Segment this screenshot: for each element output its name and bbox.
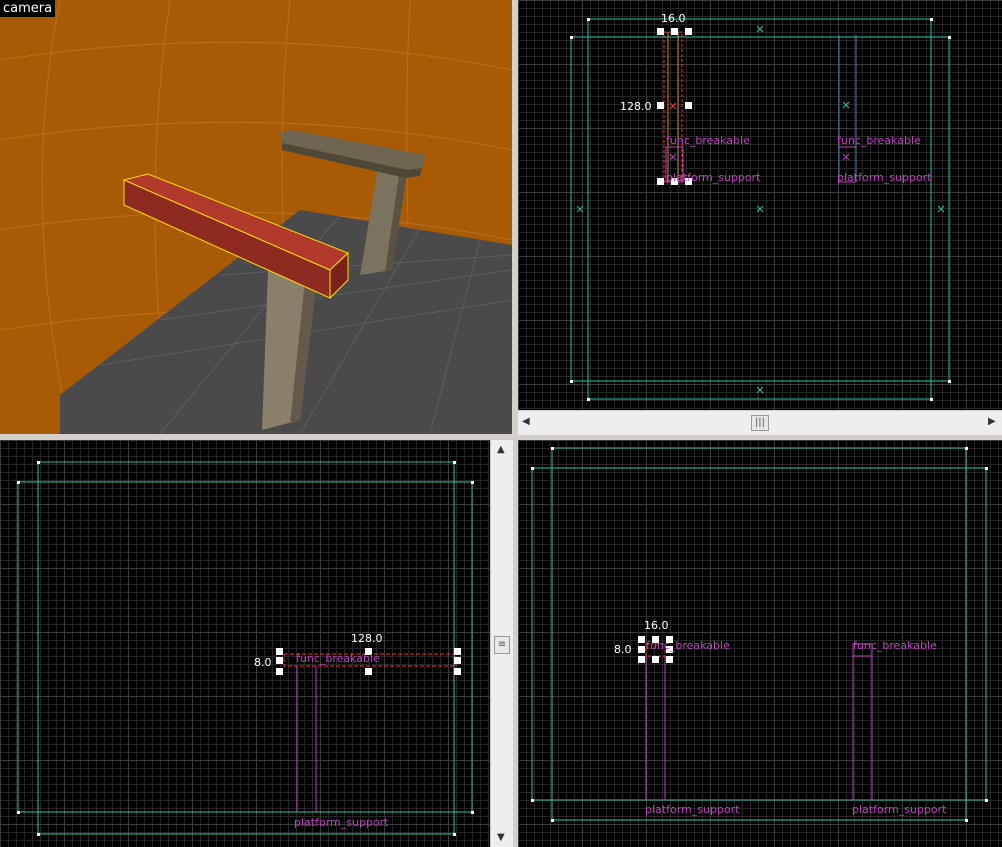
scroll-down-arrow-icon[interactable]: ▼ [497, 832, 505, 843]
front-entity-label-1: func_breakable [296, 652, 380, 665]
side-entity-label-1: func_breakable [646, 639, 730, 652]
front-view-vertical-scrollbar[interactable]: ▲ ≡ ▼ [490, 440, 513, 847]
top-entity-label-4: platform_support [837, 171, 932, 184]
scroll-thumb-icon[interactable]: ||| [751, 415, 769, 431]
side-viewport[interactable]: 16.0 8.0 func_breakable func_breakable p… [518, 440, 1002, 847]
side-dim-height: 8.0 [614, 643, 632, 656]
camera-label: camera [0, 0, 56, 17]
camera-viewport[interactable]: camera [0, 0, 512, 434]
top-overlay: 16.0 128.0 func_breakable func_breakable… [570, 12, 951, 401]
top-viewport[interactable]: 16.0 128.0 func_breakable func_breakable… [518, 0, 1002, 410]
side-entity-label-4: platform_support [852, 803, 947, 816]
top-view-horizontal-scrollbar[interactable]: ◀ ||| ▶ [518, 410, 1002, 435]
side-entity-label-2: func_breakable [853, 639, 937, 652]
scroll-thumb-icon[interactable]: ≡ [494, 636, 510, 654]
front-dim-height: 8.0 [254, 656, 272, 669]
top-dim-width: 16.0 [661, 12, 686, 25]
front-dim-width: 128.0 [351, 632, 383, 645]
side-dim-width: 16.0 [644, 619, 669, 632]
front-overlay: 128.0 8.0 func_breakable platform_suppor… [17, 461, 474, 836]
front-viewport[interactable]: 128.0 8.0 func_breakable platform_suppor… [0, 440, 490, 847]
front-entity-label-2: platform_support [294, 816, 389, 829]
camera-scene [0, 0, 512, 434]
side-entity-label-3: platform_support [645, 803, 740, 816]
top-entity-label-2: func_breakable [837, 134, 921, 147]
side-overlay: 16.0 8.0 func_breakable func_breakable p… [531, 447, 988, 822]
scroll-up-arrow-icon[interactable]: ▲ [497, 444, 505, 455]
scroll-left-arrow-icon[interactable]: ◀ [522, 416, 530, 427]
top-entity-label-3: platform_support [666, 171, 761, 184]
top-entity-label-1: func_breakable [666, 134, 750, 147]
scroll-right-arrow-icon[interactable]: ▶ [988, 416, 996, 427]
top-dim-length: 128.0 [620, 100, 652, 113]
